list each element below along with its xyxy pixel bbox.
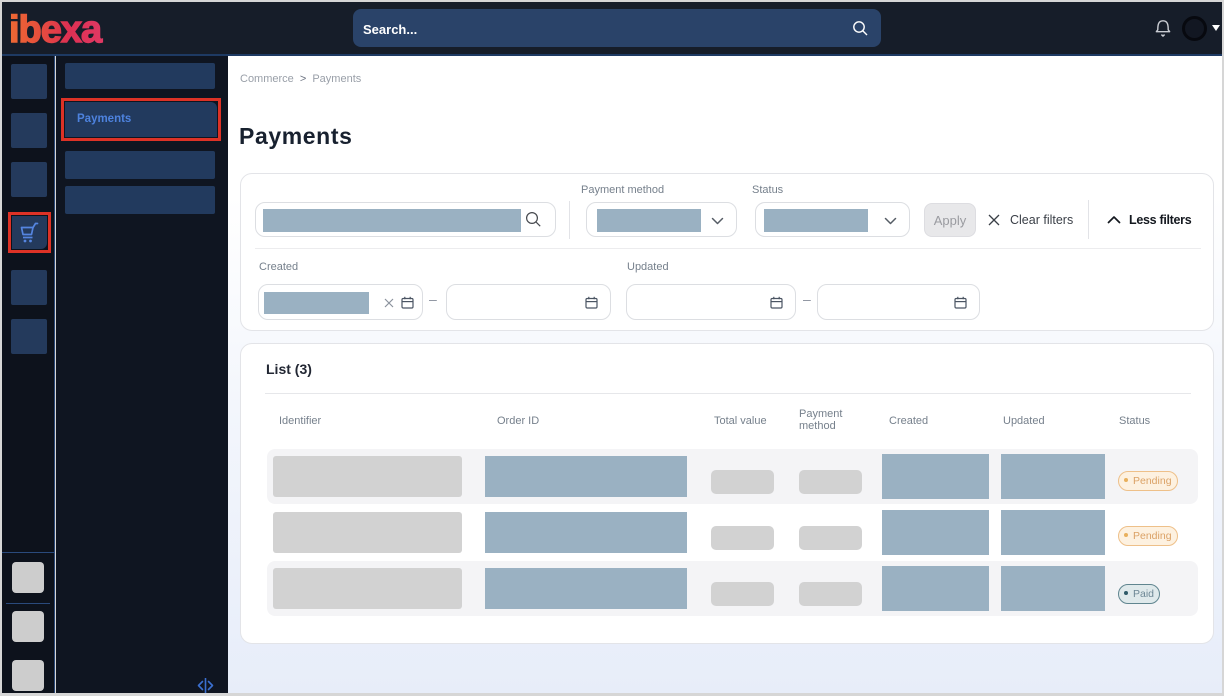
svg-text:ibexa: ibexa xyxy=(9,9,103,51)
